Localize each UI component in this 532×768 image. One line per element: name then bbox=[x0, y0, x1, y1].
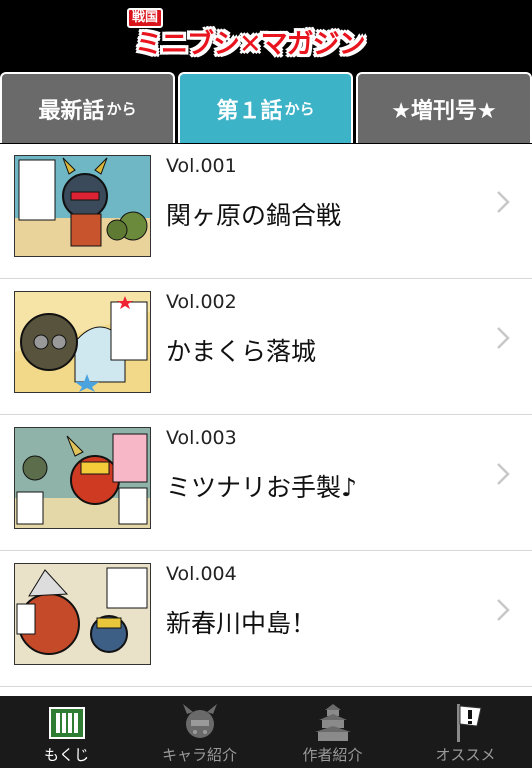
nav-label: オススメ bbox=[435, 746, 496, 764]
nav-item-contents[interactable]: もくじ bbox=[0, 696, 133, 768]
episode-row[interactable]: Vol.001 関ヶ原の鍋合戦 bbox=[0, 144, 532, 279]
tab-label: 第１話 bbox=[216, 98, 283, 124]
episode-thumbnail bbox=[14, 155, 151, 257]
episode-thumbnail bbox=[14, 427, 151, 529]
nav-item-recommend[interactable]: オススメ bbox=[399, 696, 532, 768]
book-list-icon bbox=[49, 707, 85, 739]
episode-volume: Vol.003 bbox=[166, 427, 237, 449]
nav-item-characters[interactable]: キャラ紹介 bbox=[133, 696, 266, 768]
app-header: 戦国 ミニブシ✕マガジン bbox=[0, 0, 532, 72]
character-icon bbox=[183, 704, 217, 738]
episode-row[interactable]: Vol.003 ミツナリお手製♪ bbox=[0, 416, 532, 551]
tab-label: 最新話 bbox=[38, 98, 105, 124]
recommend-flag-icon bbox=[457, 704, 482, 742]
episode-order-tabs: 最新話 から 第１話 から ★増刊号★ bbox=[0, 72, 532, 144]
tab-label-suffix: から bbox=[284, 100, 315, 118]
nav-label: 作者紹介 bbox=[302, 746, 363, 764]
tab-latest-first[interactable]: 最新話 から bbox=[0, 72, 175, 143]
episode-row[interactable]: Vol.002 かまくら落城 bbox=[0, 280, 532, 415]
chevron-right-icon bbox=[497, 327, 510, 349]
nav-label: キャラ紹介 bbox=[161, 746, 237, 764]
logo-title: ミニブシ✕マガジン bbox=[135, 29, 366, 60]
castle-icon bbox=[315, 704, 351, 741]
nav-item-author[interactable]: 作者紹介 bbox=[266, 696, 399, 768]
episode-title: ミツナリお手製♪ bbox=[166, 473, 357, 502]
nav-label: もくじ bbox=[43, 746, 89, 764]
tab-special-issue[interactable]: ★増刊号★ bbox=[356, 72, 532, 143]
episode-row[interactable]: Vol.004 新春川中島！ bbox=[0, 552, 532, 687]
episode-volume: Vol.002 bbox=[166, 291, 237, 313]
chevron-right-icon bbox=[497, 599, 510, 621]
episode-thumbnail bbox=[14, 291, 151, 393]
tab-label-suffix: から bbox=[106, 100, 137, 118]
logo-subtitle: 戦国 bbox=[127, 8, 164, 28]
episode-title: 関ヶ原の鍋合戦 bbox=[166, 201, 342, 230]
episode-volume: Vol.001 bbox=[166, 155, 237, 177]
tab-label: ★増刊号★ bbox=[391, 98, 497, 124]
app-logo: 戦国 ミニブシ✕マガジン bbox=[127, 8, 405, 64]
episode-list[interactable]: Vol.001 関ヶ原の鍋合戦 Vol.002 かまくら落城 Vol.003 ミ… bbox=[0, 144, 532, 695]
tab-first-episode[interactable]: 第１話 から bbox=[178, 72, 353, 143]
bottom-navigation: もくじ キャラ紹介 作者紹介 オススメ bbox=[0, 696, 532, 768]
episode-title: かまくら落城 bbox=[166, 337, 317, 366]
chevron-right-icon bbox=[497, 463, 510, 485]
episode-volume: Vol.004 bbox=[166, 563, 237, 585]
chevron-right-icon bbox=[497, 191, 510, 213]
episode-thumbnail bbox=[14, 563, 151, 665]
episode-title: 新春川中島！ bbox=[166, 609, 317, 638]
